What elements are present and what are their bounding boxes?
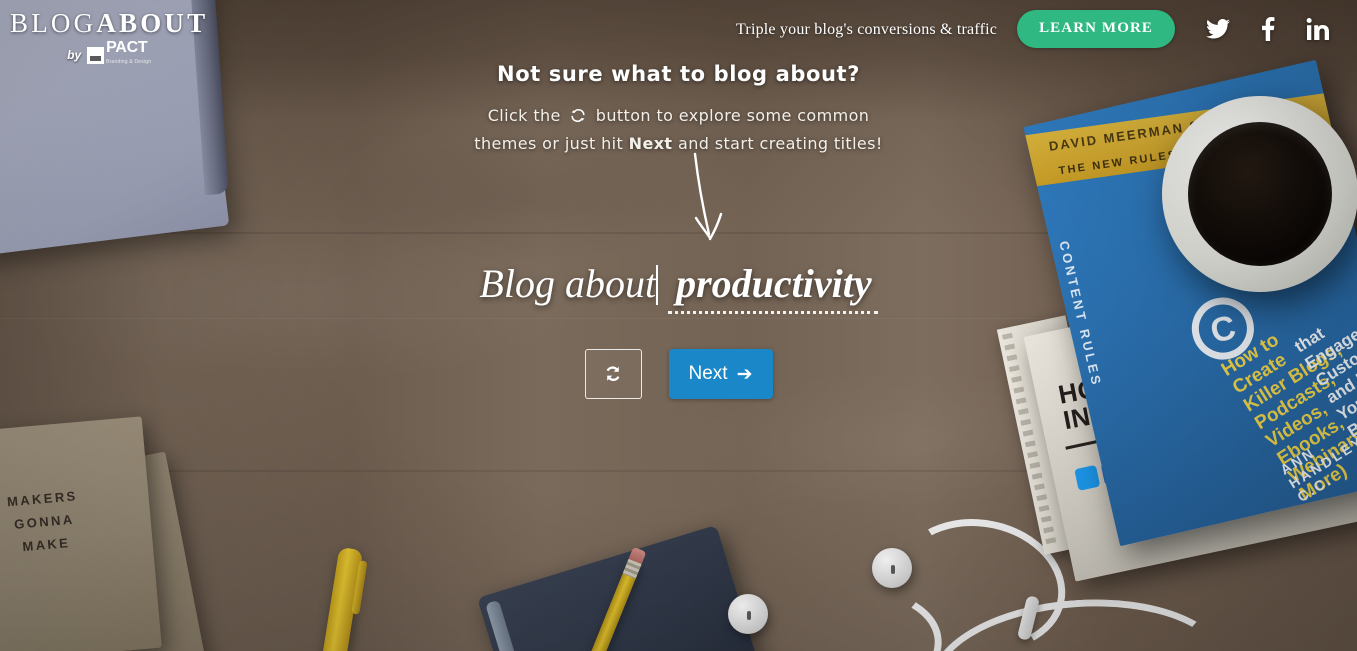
logo-by-label: by: [67, 48, 82, 62]
header-right-group: Triple your blog's conversions & traffic…: [736, 10, 1343, 48]
logo-byline: by PACT Branding & Design: [10, 40, 208, 70]
impact-mark-icon: [87, 46, 105, 64]
social-link-facebook[interactable]: [1243, 17, 1293, 41]
text-caret: [656, 265, 659, 305]
hint-line1-after: button to explore some common: [595, 106, 870, 125]
headline-lead: Blog about: [479, 261, 657, 306]
impact-brand-text: PACT: [106, 39, 148, 56]
hint-line2-before: themes or just hit: [474, 134, 624, 153]
site-logo[interactable]: BLOGABOUT by PACT Branding & Design: [10, 9, 208, 70]
impact-logo: PACT Branding & Design: [87, 40, 151, 70]
action-buttons: Next ➔: [0, 349, 1357, 399]
hint-body: Click the button to explore some common …: [0, 103, 1357, 156]
social-link-twitter[interactable]: [1193, 19, 1243, 39]
header-tagline: Triple your blog's conversions & traffic: [736, 21, 998, 38]
social-link-linkedin[interactable]: [1293, 18, 1343, 40]
refresh-icon: [606, 366, 620, 382]
hint-line1-before: Click the: [487, 106, 561, 125]
facebook-icon: [1262, 17, 1275, 41]
refresh-icon: [568, 106, 588, 131]
linkedin-icon: [1306, 18, 1329, 40]
topic-input[interactable]: productivity: [668, 260, 878, 314]
social-links: [1193, 17, 1343, 41]
learn-more-button[interactable]: LEARN MORE: [1017, 10, 1175, 48]
impact-wordmark: PACT Branding & Design: [106, 40, 151, 70]
twitter-icon: [1206, 19, 1230, 39]
prop-earbud: [872, 548, 912, 588]
twitter-icon: [1074, 464, 1101, 491]
shuffle-button[interactable]: [584, 349, 642, 399]
prop-earbud: [728, 594, 768, 634]
logo-text-bold: ABOUT: [96, 8, 209, 38]
hint-line-1: Click the button to explore some common: [0, 103, 1357, 131]
prop-kraft-notebook: MAKERS GONNA MAKE: [0, 416, 162, 651]
hand-drawn-arrow-icon: [693, 152, 723, 241]
headline: Blog about productivity: [0, 260, 1357, 314]
next-button[interactable]: Next ➔: [668, 349, 773, 399]
site-header: BLOGABOUT by PACT Branding & Design Tripl…: [0, 0, 1357, 65]
prop-kraft-notebook-text: MAKERS GONNA MAKE: [6, 488, 79, 555]
logo-text-light: BLOG: [10, 8, 97, 38]
logo-wordmark: BLOGABOUT: [10, 9, 208, 37]
next-button-label: Next: [688, 363, 728, 384]
arrow-right-icon: ➔: [736, 363, 753, 385]
page-root: MAKERS GONNA MAKE HOW T IN A NOI STORY D: [0, 0, 1357, 651]
impact-tagline: Branding & Design: [106, 59, 152, 65]
